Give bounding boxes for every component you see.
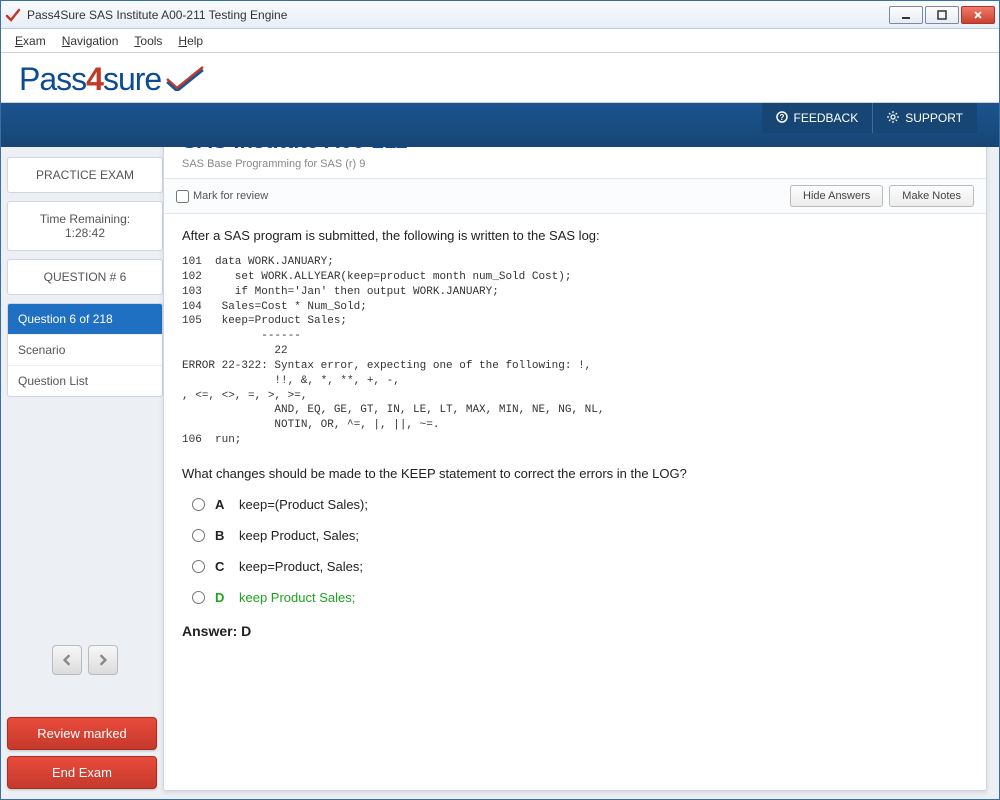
close-button[interactable] [961, 6, 995, 24]
answer-options: A keep=(Product Sales); B keep Product, … [192, 497, 968, 605]
question-number-box: QUESTION # 6 [7, 259, 163, 295]
option-d[interactable]: D keep Product Sales; [192, 590, 968, 605]
exam-title: SAS Institute A00-211 [182, 147, 968, 154]
app-icon [5, 7, 21, 23]
maximize-button[interactable] [925, 6, 959, 24]
option-d-radio[interactable] [192, 591, 205, 604]
option-c[interactable]: C keep=Product, Sales; [192, 559, 968, 574]
question-intro: After a SAS program is submitted, the fo… [182, 228, 968, 243]
prev-question-button[interactable] [52, 645, 82, 675]
sidebar-nav-list: Question 6 of 218 Scenario Question List [7, 303, 163, 397]
question-icon: ? [776, 111, 788, 126]
brand-bar: Pass4sure [1, 53, 999, 103]
sidebar-item-scenario[interactable]: Scenario [8, 335, 162, 366]
option-c-radio[interactable] [192, 560, 205, 573]
make-notes-button[interactable]: Make Notes [889, 185, 974, 207]
option-b[interactable]: B keep Product, Sales; [192, 528, 968, 543]
window-titlebar: Pass4Sure SAS Institute A00-211 Testing … [1, 1, 999, 29]
question-prompt: What changes should be made to the KEEP … [182, 466, 968, 481]
mark-for-review[interactable]: Mark for review [176, 190, 268, 203]
window-title: Pass4Sure SAS Institute A00-211 Testing … [27, 8, 889, 22]
menu-bar: Exam Navigation Tools Help [1, 29, 999, 53]
hide-answers-button[interactable]: Hide Answers [790, 185, 883, 207]
question-panel: SAS Institute A00-211 SAS Base Programmi… [163, 147, 987, 791]
menu-help[interactable]: Help [172, 32, 209, 50]
minimize-button[interactable] [889, 6, 923, 24]
end-exam-button[interactable]: End Exam [7, 756, 157, 789]
support-button[interactable]: SUPPORT [872, 103, 977, 133]
exam-subtitle: SAS Base Programming for SAS (r) 9 [182, 158, 968, 170]
option-a[interactable]: A keep=(Product Sales); [192, 497, 968, 512]
top-nav-bar: ? FEEDBACK SUPPORT [1, 103, 999, 147]
review-marked-button[interactable]: Review marked [7, 717, 157, 750]
option-a-radio[interactable] [192, 498, 205, 511]
brand-check-icon [165, 65, 205, 94]
answer-reveal: Answer: D [182, 623, 968, 639]
feedback-button[interactable]: ? FEEDBACK [762, 103, 873, 133]
sidebar-item-question-progress[interactable]: Question 6 of 218 [8, 304, 162, 335]
code-block: 101 data WORK.JANUARY; 102 set WORK.ALLY… [182, 255, 968, 448]
option-b-radio[interactable] [192, 529, 205, 542]
menu-exam[interactable]: Exam [9, 32, 52, 50]
next-question-button[interactable] [88, 645, 118, 675]
svg-text:?: ? [779, 113, 784, 122]
sidebar: PRACTICE EXAM Time Remaining: 1:28:42 QU… [1, 147, 163, 799]
gear-icon [887, 111, 899, 126]
menu-tools[interactable]: Tools [128, 32, 168, 50]
sidebar-item-question-list[interactable]: Question List [8, 366, 162, 396]
brand-logo-text: Pass4sure [19, 61, 161, 98]
time-remaining-box: Time Remaining: 1:28:42 [7, 201, 163, 251]
mark-for-review-checkbox[interactable] [176, 190, 189, 203]
menu-navigation[interactable]: Navigation [56, 32, 125, 50]
practice-exam-box: PRACTICE EXAM [7, 157, 163, 193]
